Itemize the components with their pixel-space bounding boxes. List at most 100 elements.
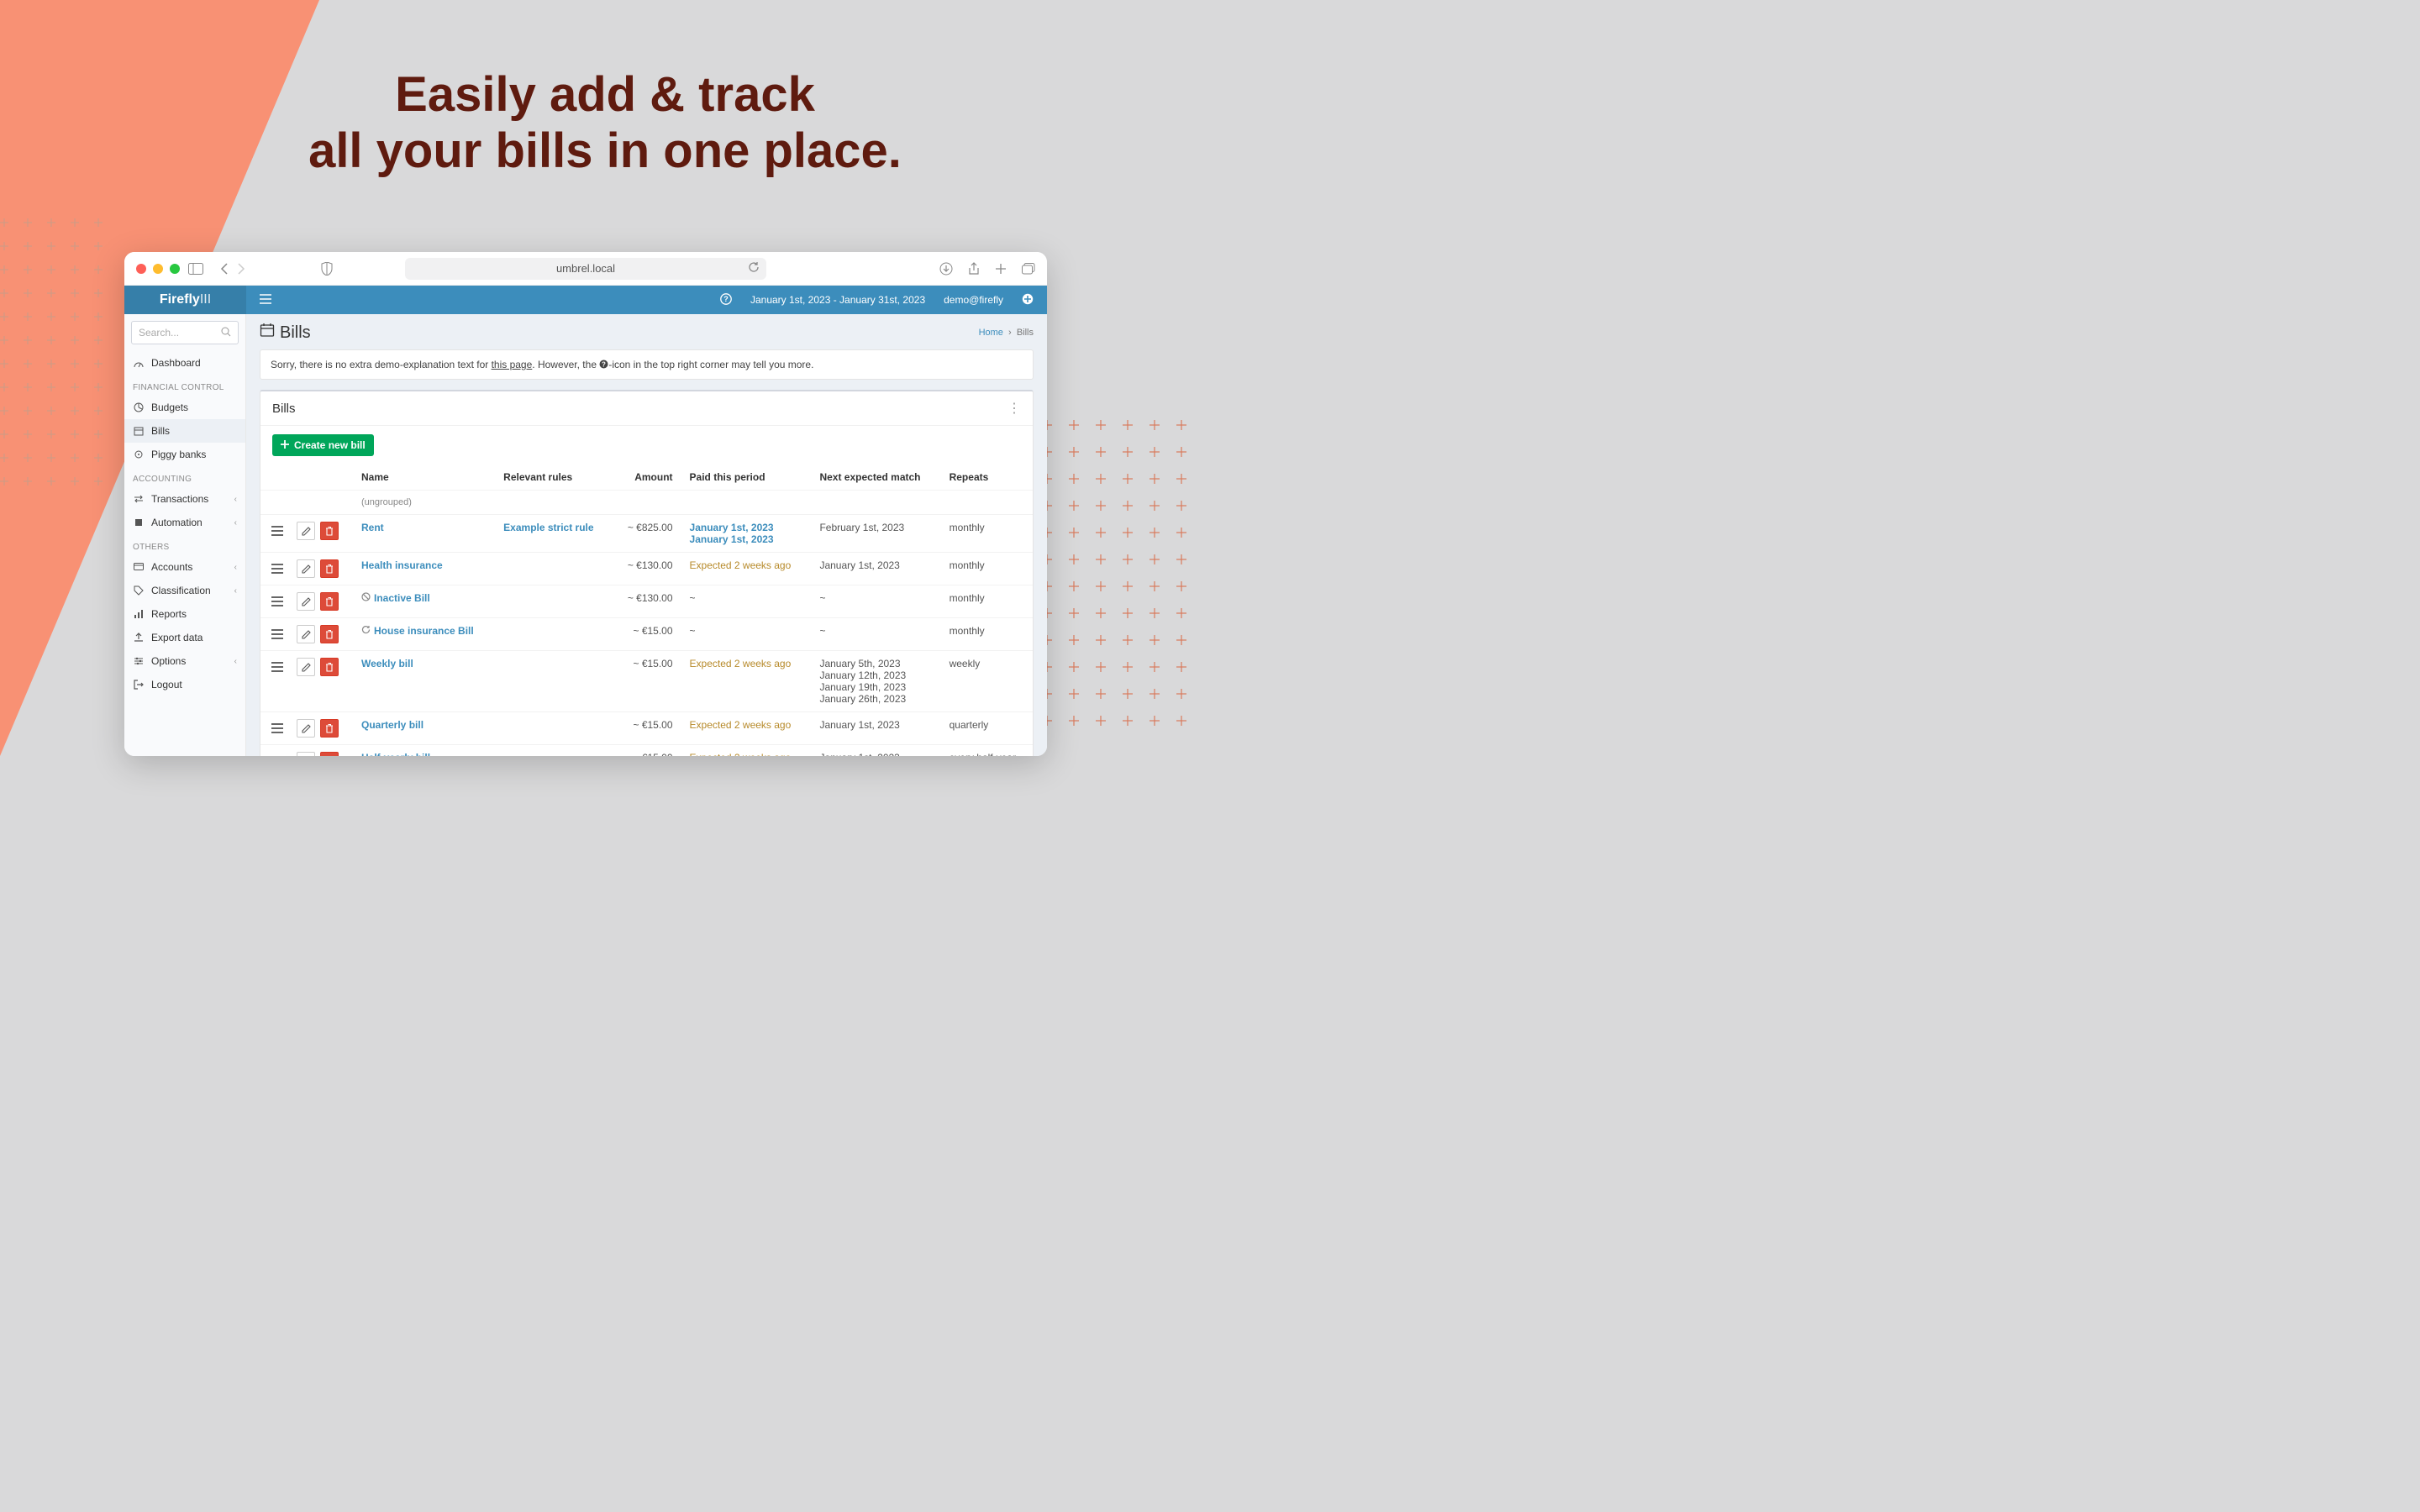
logo-main: Firefly bbox=[160, 292, 200, 307]
sidebar-toggle-icon[interactable] bbox=[188, 263, 203, 275]
edit-button[interactable] bbox=[297, 719, 315, 738]
edit-button[interactable] bbox=[297, 522, 315, 540]
amount-cell: ~ €15.00 bbox=[613, 651, 681, 712]
sidebar: Search... Dashboard FINANCIAL CONTROL bbox=[124, 314, 246, 756]
bill-name-link[interactable]: Inactive Bill bbox=[374, 592, 430, 604]
sidebar-item-budgets[interactable]: Budgets bbox=[124, 396, 245, 419]
edit-button[interactable] bbox=[297, 559, 315, 578]
sidebar-label: Classification bbox=[151, 585, 211, 596]
alert-link[interactable]: this page bbox=[492, 359, 533, 370]
bill-name-link[interactable]: Quarterly bill bbox=[361, 719, 424, 731]
plus-icon bbox=[281, 439, 289, 451]
bill-name-link[interactable]: Weekly bill bbox=[361, 658, 413, 669]
rule-link[interactable]: Example strict rule bbox=[503, 522, 593, 533]
paid-entry[interactable]: January 1st, 2023 bbox=[690, 533, 803, 545]
bill-name-link[interactable]: Half-yearly bill bbox=[361, 752, 430, 756]
sidebar-label: Export data bbox=[151, 632, 203, 643]
headline-line1: Easily add & track bbox=[395, 67, 815, 122]
url-bar[interactable]: umbrel.local bbox=[405, 258, 766, 280]
logo-suffix: III bbox=[200, 292, 211, 307]
sidebar-label: Accounts bbox=[151, 561, 192, 573]
sidebar-label: Transactions bbox=[151, 493, 208, 505]
delete-button[interactable] bbox=[320, 559, 339, 578]
sidebar-label: Dashboard bbox=[151, 357, 201, 369]
downloads-icon[interactable] bbox=[939, 262, 953, 276]
sidebar-collapse-button[interactable] bbox=[246, 293, 285, 307]
delete-button[interactable] bbox=[320, 625, 339, 643]
paid-entry[interactable]: January 1st, 2023 bbox=[690, 522, 803, 533]
sidebar-item-classification[interactable]: Classification ‹ bbox=[124, 579, 245, 602]
app-logo[interactable]: FireflyIII bbox=[124, 286, 246, 314]
sidebar-item-logout[interactable]: Logout bbox=[124, 673, 245, 696]
edit-button[interactable] bbox=[297, 752, 315, 756]
bills-table: Name Relevant rules Amount Paid this per… bbox=[260, 465, 1033, 756]
pie-chart-icon bbox=[133, 402, 145, 412]
minimize-window-button[interactable] bbox=[153, 264, 163, 274]
sidebar-label: Automation bbox=[151, 517, 203, 528]
drag-handle-icon[interactable] bbox=[269, 753, 286, 757]
chevron-left-icon: ‹ bbox=[234, 563, 237, 572]
delete-button[interactable] bbox=[320, 658, 339, 676]
drag-handle-icon[interactable] bbox=[269, 560, 286, 577]
drag-handle-icon[interactable] bbox=[269, 522, 286, 539]
main-content: Bills Home › Bills Sorry, there is no ex… bbox=[246, 314, 1047, 756]
user-menu[interactable]: demo@firefly bbox=[944, 294, 1003, 306]
edit-button[interactable] bbox=[297, 658, 315, 676]
delete-button[interactable] bbox=[320, 522, 339, 540]
share-icon[interactable] bbox=[968, 262, 980, 276]
search-icon bbox=[221, 327, 231, 339]
edit-button[interactable] bbox=[297, 625, 315, 643]
sidebar-item-transactions[interactable]: Transactions ‹ bbox=[124, 487, 245, 511]
sidebar-item-dashboard[interactable]: Dashboard bbox=[124, 351, 245, 375]
sidebar-item-accounts[interactable]: Accounts ‹ bbox=[124, 555, 245, 579]
browser-window: umbrel.local FireflyIII bbox=[124, 252, 1047, 756]
url-text: umbrel.local bbox=[556, 262, 615, 275]
chevron-left-icon: ‹ bbox=[234, 518, 237, 528]
drag-handle-icon[interactable] bbox=[269, 720, 286, 737]
sidebar-item-piggy[interactable]: Piggy banks bbox=[124, 443, 245, 466]
edit-button[interactable] bbox=[297, 592, 315, 611]
drag-handle-icon[interactable] bbox=[269, 593, 286, 610]
close-window-button[interactable] bbox=[136, 264, 146, 274]
paid-entry: Expected 2 weeks ago bbox=[690, 719, 803, 731]
sidebar-item-reports[interactable]: Reports bbox=[124, 602, 245, 626]
dashboard-icon bbox=[133, 358, 145, 368]
sidebar-label: Bills bbox=[151, 425, 170, 437]
drag-handle-icon[interactable] bbox=[269, 626, 286, 643]
delete-button[interactable] bbox=[320, 752, 339, 756]
breadcrumb: Home › Bills bbox=[979, 328, 1034, 338]
table-row: Rent Example strict rule ~ €825.00 Janua… bbox=[260, 515, 1033, 553]
sidebar-item-options[interactable]: Options ‹ bbox=[124, 649, 245, 673]
paid-entry: Expected 2 weeks ago bbox=[690, 658, 803, 669]
back-button[interactable] bbox=[220, 263, 229, 275]
new-tab-icon[interactable] bbox=[995, 262, 1007, 276]
next-date: February 1st, 2023 bbox=[819, 522, 904, 533]
bill-name-link[interactable]: Health insurance bbox=[361, 559, 443, 571]
plus-circle-icon[interactable] bbox=[1022, 293, 1034, 307]
drag-handle-icon[interactable] bbox=[269, 659, 286, 675]
create-bill-label: Create new bill bbox=[294, 439, 366, 451]
bill-name-link[interactable]: House insurance Bill bbox=[374, 625, 474, 637]
sidebar-item-automation[interactable]: Automation ‹ bbox=[124, 511, 245, 534]
maximize-window-button[interactable] bbox=[170, 264, 180, 274]
col-paid: Paid this period bbox=[681, 465, 812, 491]
sidebar-header-others: OTHERS bbox=[124, 534, 245, 555]
search-input[interactable]: Search... bbox=[131, 321, 239, 344]
breadcrumb-current: Bills bbox=[1017, 328, 1034, 338]
panel-menu-icon[interactable]: ⋮ bbox=[1007, 400, 1021, 417]
help-icon[interactable]: ? bbox=[720, 293, 732, 307]
date-range-label[interactable]: January 1st, 2023 - January 31st, 2023 bbox=[750, 294, 925, 306]
search-placeholder: Search... bbox=[139, 327, 179, 339]
bill-name-link[interactable]: Rent bbox=[361, 522, 384, 533]
forward-button[interactable] bbox=[237, 263, 245, 275]
delete-button[interactable] bbox=[320, 592, 339, 611]
create-bill-button[interactable]: Create new bill bbox=[272, 434, 374, 456]
marketing-headline: Easily add & track all your bills in one… bbox=[0, 67, 1210, 179]
shield-icon[interactable] bbox=[321, 262, 333, 276]
breadcrumb-home[interactable]: Home bbox=[979, 328, 1003, 338]
tabs-overview-icon[interactable] bbox=[1022, 262, 1035, 276]
sidebar-item-bills[interactable]: Bills bbox=[124, 419, 245, 443]
delete-button[interactable] bbox=[320, 719, 339, 738]
sidebar-item-export[interactable]: Export data bbox=[124, 626, 245, 649]
refresh-icon[interactable] bbox=[748, 261, 760, 276]
